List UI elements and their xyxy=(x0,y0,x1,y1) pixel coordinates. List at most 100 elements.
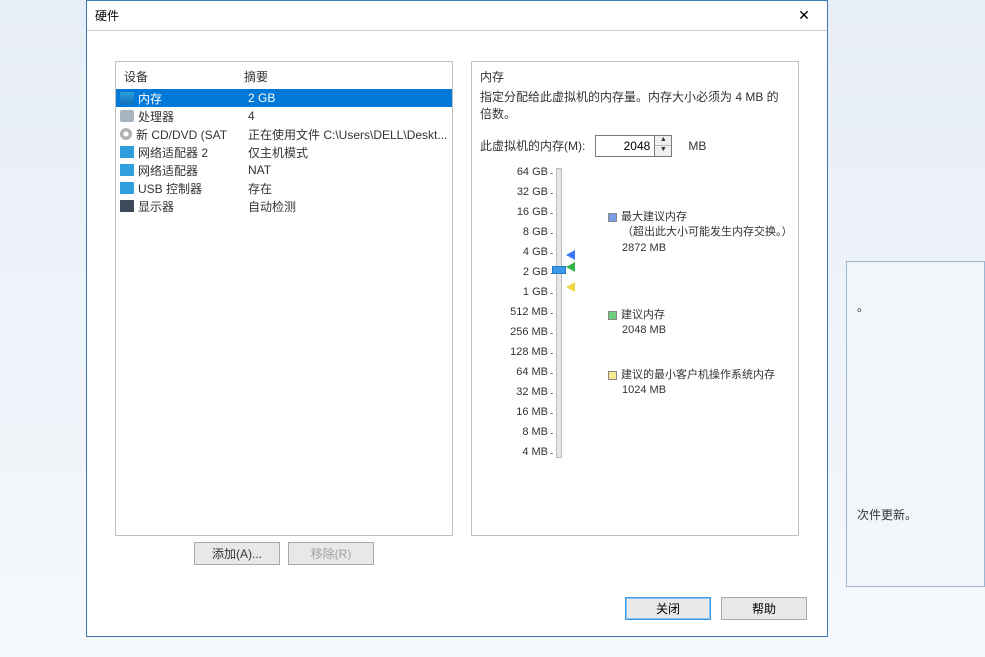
memory-spinner: ▲ ▼ xyxy=(595,135,672,157)
tick-label: 32 GB xyxy=(472,186,548,198)
net-icon xyxy=(120,146,134,158)
memory-input[interactable] xyxy=(595,135,655,157)
legend-max-value: 2872 MB xyxy=(608,241,793,256)
col-device: 设备 xyxy=(116,68,244,85)
legend-rec-swatch-icon xyxy=(608,311,617,320)
tick-mark xyxy=(550,433,553,434)
device-name: 网络适配器 2 xyxy=(138,144,208,161)
device-name: 处理器 xyxy=(138,108,174,125)
tick-label: 64 GB xyxy=(472,166,548,178)
tick-label: 8 GB xyxy=(472,226,548,238)
device-row-4[interactable]: 网络适配器 NAT xyxy=(116,161,452,179)
device-summary: 4 xyxy=(248,109,452,123)
legend-recommended: 建议内存 2048 MB xyxy=(608,308,666,339)
tick-label: 16 GB xyxy=(472,206,548,218)
legend-min-title: 建议的最小客户机操作系统内存 xyxy=(621,369,775,381)
legend-min: 建议的最小客户机操作系统内存 1024 MB xyxy=(608,368,775,399)
device-name: 内存 xyxy=(138,90,162,107)
tick-mark xyxy=(550,453,553,454)
memory-desc: 指定分配给此虚拟机的内存量。内存大小必须为 4 MB 的倍数。 xyxy=(480,89,790,123)
tick-label: 32 MB xyxy=(472,386,548,398)
device-name: 网络适配器 xyxy=(138,162,198,179)
device-summary: 2 GB xyxy=(248,91,452,105)
marker-min-icon xyxy=(566,282,575,292)
tick-label: 8 MB xyxy=(472,426,548,438)
marker-recommended-icon xyxy=(566,262,575,272)
tick-label: 512 MB xyxy=(472,306,548,318)
legend-min-swatch-icon xyxy=(608,371,617,380)
device-name: USB 控制器 xyxy=(138,180,202,197)
device-name: 显示器 xyxy=(138,198,174,215)
memory-title: 内存 xyxy=(480,68,790,85)
tick-mark xyxy=(550,173,553,174)
device-name: 新 CD/DVD (SAT xyxy=(136,126,227,143)
tick-mark xyxy=(550,233,553,234)
help-button[interactable]: 帮助 xyxy=(721,597,807,620)
tick-mark xyxy=(550,373,553,374)
memory-panel: 内存 指定分配给此虚拟机的内存量。内存大小必须为 4 MB 的倍数。 此虚拟机的… xyxy=(471,61,799,536)
hardware-dialog: 硬件 ✕ 设备 摘要 内存 2 GB 处理器 4 新 CD/DVD (SAT 正在使用文件… xyxy=(86,0,828,637)
device-summary: 存在 xyxy=(248,180,452,197)
legend-max-swatch-icon xyxy=(608,213,617,222)
device-row-1[interactable]: 处理器 4 xyxy=(116,107,452,125)
tick-label: 64 MB xyxy=(472,366,548,378)
dialog-buttons: 关闭 帮助 xyxy=(625,597,807,620)
device-row-2[interactable]: 新 CD/DVD (SAT 正在使用文件 C:\Users\DELL\Deskt.… xyxy=(116,125,452,143)
tick-mark xyxy=(550,253,553,254)
spinner-buttons: ▲ ▼ xyxy=(655,135,672,157)
col-summary: 摘要 xyxy=(244,68,452,85)
tick-mark xyxy=(550,313,553,314)
spinner-down-icon[interactable]: ▼ xyxy=(655,146,671,156)
device-summary: 自动检测 xyxy=(248,198,452,215)
device-row-0[interactable]: 内存 2 GB xyxy=(116,89,452,107)
tick-label: 2 GB xyxy=(472,266,548,278)
device-summary: 仅主机模式 xyxy=(248,144,452,161)
marker-max-icon xyxy=(566,250,575,260)
tick-label: 4 MB xyxy=(472,446,548,458)
net-icon xyxy=(120,164,134,176)
usb-icon xyxy=(120,182,134,194)
cd-icon xyxy=(120,128,132,140)
dialog-body: 设备 摘要 内存 2 GB 处理器 4 新 CD/DVD (SAT 正在使用文件 C:\U… xyxy=(115,61,799,576)
legend-rec-value: 2048 MB xyxy=(608,323,666,338)
cpu-icon xyxy=(120,110,134,122)
device-buttons: 添加(A)... 移除(R) xyxy=(115,542,453,576)
memory-unit: MB xyxy=(688,139,706,153)
tick-mark xyxy=(550,413,553,414)
tick-mark xyxy=(550,333,553,334)
legend-min-value: 1024 MB xyxy=(608,383,775,398)
add-button[interactable]: 添加(A)... xyxy=(194,542,280,565)
tick-mark xyxy=(550,393,553,394)
tick-mark xyxy=(550,353,553,354)
device-row-5[interactable]: USB 控制器 存在 xyxy=(116,179,452,197)
tick-label: 4 GB xyxy=(472,246,548,258)
titlebar: 硬件 ✕ xyxy=(87,1,827,31)
tick-label: 1 GB xyxy=(472,286,548,298)
legend-max: 最大建议内存 （超出此大小可能发生内存交换。） 2872 MB xyxy=(608,210,793,256)
tick-label: 128 MB xyxy=(472,346,548,358)
close-icon[interactable]: ✕ xyxy=(789,7,819,24)
remove-button: 移除(R) xyxy=(288,542,374,565)
memory-slider-area: 64 GB 32 GB 16 GB 8 GB 4 GB 2 GB 1 GB 512 MB 256… xyxy=(472,162,798,527)
tick-label: 16 MB xyxy=(472,406,548,418)
spinner-up-icon[interactable]: ▲ xyxy=(655,136,671,146)
mem-icon xyxy=(120,92,134,104)
dialog-title: 硬件 xyxy=(95,7,789,24)
memory-slider-track[interactable] xyxy=(556,168,562,458)
device-list-panel: 设备 摘要 内存 2 GB 处理器 4 新 CD/DVD (SAT 正在使用文件 C:\U… xyxy=(115,61,453,536)
tick-mark xyxy=(550,213,553,214)
device-summary: NAT xyxy=(248,163,452,177)
memory-input-row: 此虚拟机的内存(M): ▲ ▼ MB xyxy=(480,135,790,157)
bg-text-2: 次件更新。 xyxy=(857,506,917,523)
background-window: 。 次件更新。 xyxy=(846,261,985,587)
legend-max-title: 最大建议内存 xyxy=(621,211,687,223)
legend-max-note: （超出此大小可能发生内存交换。） xyxy=(608,225,793,240)
device-row-3[interactable]: 网络适配器 2 仅主机模式 xyxy=(116,143,452,161)
tick-label: 256 MB xyxy=(472,326,548,338)
device-row-6[interactable]: 显示器 自动检测 xyxy=(116,197,452,215)
bg-text-1: 。 xyxy=(857,298,869,315)
legend-rec-title: 建议内存 xyxy=(621,309,665,321)
memory-slider-thumb[interactable] xyxy=(552,266,566,274)
close-button[interactable]: 关闭 xyxy=(625,597,711,620)
device-summary: 正在使用文件 C:\Users\DELL\Deskt... xyxy=(248,126,452,143)
